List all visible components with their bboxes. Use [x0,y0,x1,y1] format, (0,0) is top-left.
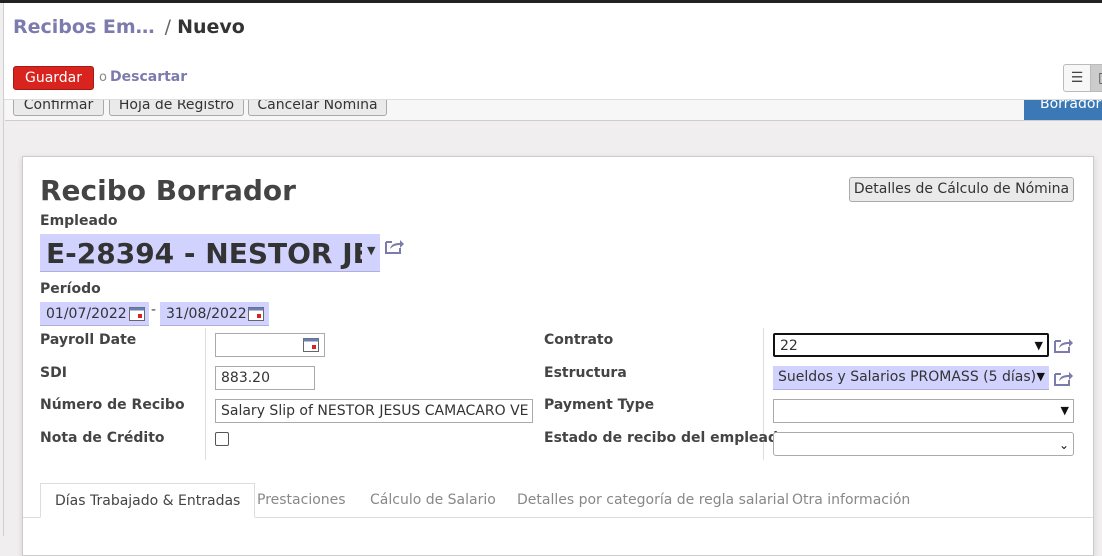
contract-label: Contrato [544,332,614,348]
date-separator: - [151,302,157,318]
page-title: Recibo Borrador [40,174,296,207]
employee-label: Empleado [40,213,118,229]
tab-salary-computation[interactable]: Cálculo de Salario [370,483,496,518]
receipt-state-label: Estado de recibo del empleado [544,430,788,446]
or-text: o [99,70,107,85]
external-link-icon[interactable] [384,238,404,254]
dropdown-caret-icon[interactable]: ▼ [1035,335,1043,357]
receipt-number-input[interactable]: Salary Slip of NESTOR JESUS CAMACARO VE [215,399,533,423]
payroll-date-label: Payroll Date [40,332,137,348]
tab-benefits[interactable]: Prestaciones [257,483,346,518]
contract-value: 22 [780,338,798,354]
calendar-icon[interactable] [248,307,264,321]
tab-other-info[interactable]: Otra información [792,483,910,518]
period-label: Período [40,281,101,297]
calendar-icon[interactable] [129,307,145,321]
breadcrumb-parent-link[interactable]: Recibos Em… [13,16,155,38]
calendar-icon[interactable] [303,338,319,352]
external-link-icon[interactable] [1053,370,1073,386]
contract-select[interactable]: 22 ▼ [773,333,1049,357]
save-button[interactable]: Guardar [13,66,94,90]
employee-value: E-28394 - NESTOR JESUS CAMACARO VE [46,237,362,270]
payment-type-select[interactable]: ▼ [773,399,1074,423]
structure-value: Sueldos y Salarios PROMASS (5 días) [778,369,1037,385]
view-switcher: ☰ ▯ [1063,64,1102,92]
sdi-label: SDI [40,365,67,381]
date-from-value: 01/07/2022 [46,306,127,322]
confirm-button[interactable]: Confirmar [13,100,104,116]
column-divider [205,328,206,460]
breadcrumb: Recibos Em… / Nuevo [13,16,245,38]
form-view-icon[interactable]: ▯ [1091,65,1102,91]
employee-select[interactable]: E-28394 - NESTOR JESUS CAMACARO VE ▼ [40,234,380,272]
list-view-icon[interactable]: ☰ [1064,65,1091,91]
dropdown-caret-icon[interactable]: ▼ [367,244,375,257]
breadcrumb-current: Nuevo [177,16,245,38]
tab-worked-days-inputs[interactable]: Días Trabajado & Entradas [40,483,256,518]
calculation-details-button[interactable]: Detalles de Cálculo de Nómina [849,177,1074,202]
discard-button[interactable]: Descartar [110,69,187,85]
payment-type-label: Payment Type [544,397,655,413]
sdi-input[interactable]: 883.20 [215,366,315,390]
external-link-icon[interactable] [1053,337,1073,353]
tab-details-by-rule-category[interactable]: Detalles por categoría de regla salarial [517,483,789,518]
status-bar: Confirmar Hoja de Registro Cancelar Nómi… [5,100,1102,121]
dropdown-caret-icon[interactable]: ▼ [1037,366,1045,388]
dropdown-caret-icon[interactable]: ▼ [1061,400,1069,422]
breadcrumb-separator: / [164,16,172,38]
time-sheet-button[interactable]: Hoja de Registro [109,100,244,116]
cancel-payslip-button[interactable]: Cancelar Nómina [248,100,387,116]
structure-select[interactable]: Sueldos y Salarios PROMASS (5 días) ▼ [773,366,1049,390]
status-badge-draft: Borrador [1024,100,1102,120]
structure-label: Estructura [544,365,627,381]
credit-note-checkbox[interactable] [215,432,229,446]
receipt-state-select[interactable]: ⌄ [773,432,1074,456]
chevron-down-icon[interactable]: ⌄ [1059,434,1069,456]
credit-note-label: Nota de Crédito [40,430,165,446]
receipt-number-label: Número de Recibo [40,397,185,413]
date-to-value: 31/08/2022 [166,306,247,322]
